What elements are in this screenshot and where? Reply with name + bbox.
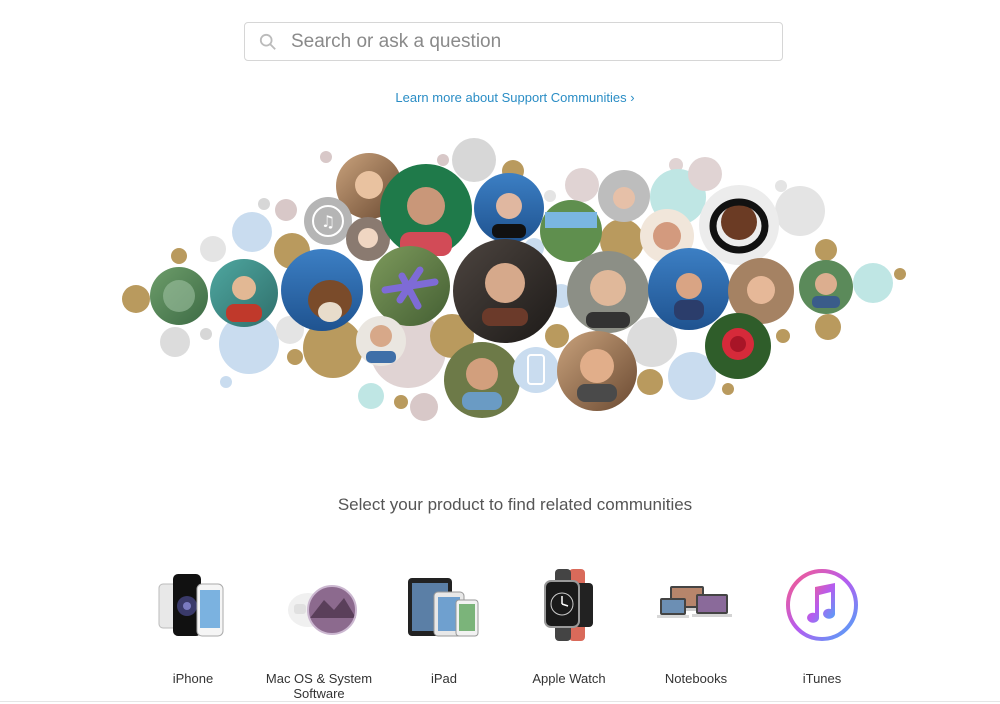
footer-divider: [0, 701, 1000, 702]
product-label: Apple Watch: [532, 671, 606, 686]
product-apple-watch[interactable]: Apple Watch: [509, 565, 629, 686]
macos-image: [259, 565, 379, 645]
product-notebooks[interactable]: Notebooks: [636, 565, 756, 686]
product-ipad[interactable]: iPad: [384, 565, 504, 686]
iphone-image: [133, 565, 253, 645]
product-label: Notebooks: [664, 671, 728, 686]
product-label: iTunes: [802, 671, 842, 686]
photo-bubbles: ♫: [150, 153, 853, 418]
product-label: Mac OS & System Software: [265, 671, 373, 701]
product-label: iPhone: [172, 671, 214, 686]
svg-text:♫: ♫: [321, 212, 335, 231]
product-label: iPad: [430, 671, 458, 686]
apple-watch-image: [509, 565, 629, 645]
itunes-icon: [762, 565, 882, 645]
community-bubbles: ♫: [122, 138, 906, 421]
phone-app-bubble: [513, 347, 559, 393]
product-iphone[interactable]: iPhone: [133, 565, 253, 686]
landscape-photo: [540, 200, 602, 262]
product-itunes[interactable]: iTunes: [762, 565, 882, 686]
product-macos[interactable]: Mac OS & System Software: [259, 565, 379, 701]
ipad-image: [384, 565, 504, 645]
section-title: Select your product to find related comm…: [337, 495, 693, 514]
notebooks-image: [636, 565, 756, 645]
